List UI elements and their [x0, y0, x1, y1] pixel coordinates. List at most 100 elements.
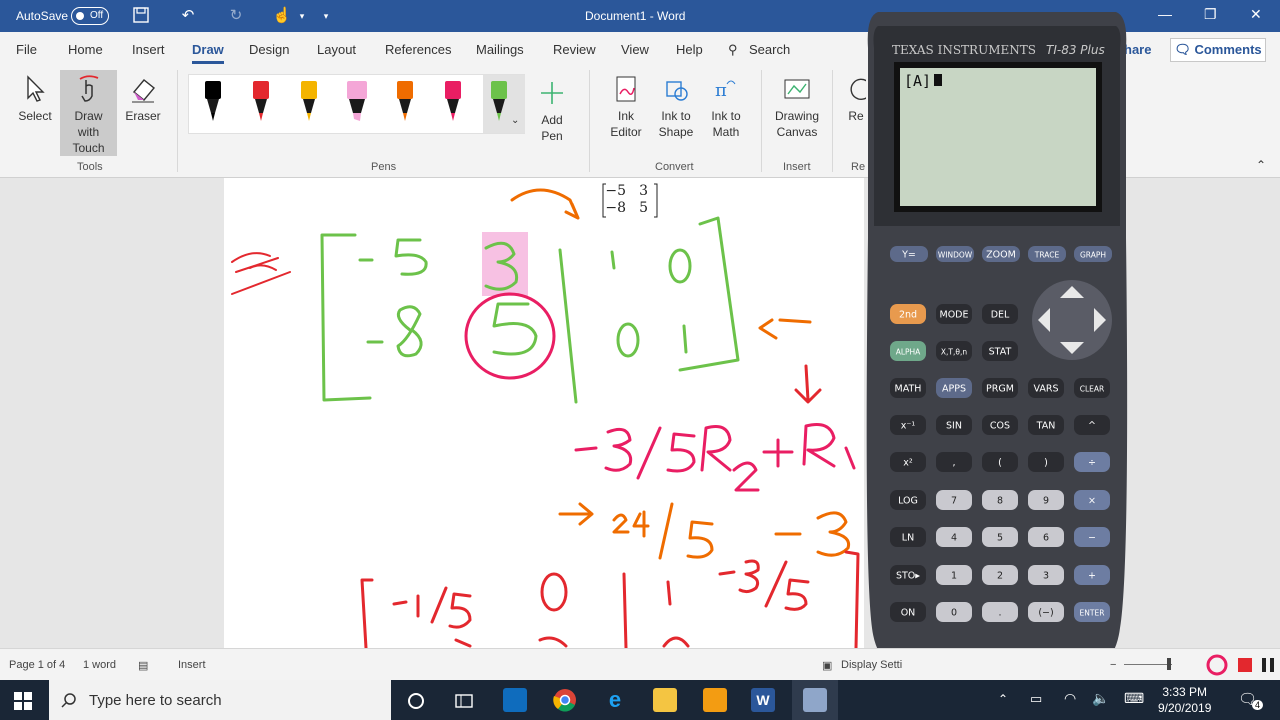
add-pen-button[interactable]: Add Pen: [530, 78, 574, 158]
ink-editor-button[interactable]: Ink Editor: [600, 74, 652, 158]
document-page[interactable]: −5 3 −8 5: [224, 178, 864, 648]
orange-pen-icon[interactable]: [393, 79, 417, 127]
calc-key-2nd[interactable]: 2nd: [890, 304, 926, 324]
search-label[interactable]: Search: [749, 42, 790, 57]
calc-key-5[interactable]: 5: [982, 527, 1018, 547]
calc-key-on[interactable]: ON: [890, 602, 926, 622]
outlook-icon[interactable]: [503, 688, 527, 712]
pause-icon[interactable]: [1262, 658, 1266, 672]
calc-key-graph[interactable]: GRAPH: [1074, 246, 1112, 262]
tab-review[interactable]: Review: [553, 42, 596, 57]
calc-key-zoom[interactable]: ZOOM: [982, 246, 1020, 262]
calc-key-6[interactable]: 6: [1028, 527, 1064, 547]
autosave-toggle[interactable]: Off: [71, 7, 109, 25]
calc-key-trace[interactable]: TRACE: [1028, 246, 1066, 262]
system-clock[interactable]: 3:33 PM 9/20/2019: [1158, 684, 1211, 716]
calc-key-xttheta[interactable]: X,T,θ,n: [936, 341, 972, 361]
comments-button[interactable]: 🗨 Comments: [1170, 38, 1266, 62]
calc-key-left-paren[interactable]: (: [982, 452, 1018, 472]
recorder-icon[interactable]: [1206, 654, 1228, 676]
calc-key-minus[interactable]: −: [1074, 527, 1110, 547]
tab-view[interactable]: View: [621, 42, 649, 57]
word-count[interactable]: 1 word: [83, 659, 116, 671]
tab-design[interactable]: Design: [249, 42, 289, 57]
tab-insert[interactable]: Insert: [132, 42, 165, 57]
page-count[interactable]: Page 1 of 4: [9, 659, 65, 671]
black-pen-icon[interactable]: [201, 79, 225, 127]
tab-home[interactable]: Home: [68, 42, 103, 57]
ink-to-shape-button[interactable]: Ink to Shape: [652, 74, 700, 158]
wifi-icon[interactable]: ◠: [1064, 690, 1076, 707]
calc-key-ln[interactable]: LN: [890, 527, 926, 547]
calc-key-comma[interactable]: ,: [936, 452, 972, 472]
calc-key-window[interactable]: WINDOW: [936, 246, 974, 262]
calc-key-stat[interactable]: STAT: [982, 341, 1018, 361]
calc-key-enter[interactable]: ENTER: [1074, 602, 1110, 622]
calc-key-power[interactable]: ^: [1074, 415, 1110, 435]
tab-draw[interactable]: Draw: [192, 42, 224, 64]
restore-icon[interactable]: ❐: [1204, 6, 1217, 23]
calc-key-clear[interactable]: CLEAR: [1074, 378, 1110, 398]
tab-mailings[interactable]: Mailings: [476, 42, 524, 57]
touch-mode-dropdown-icon[interactable]: ▾: [292, 6, 312, 26]
ink-replay-button[interactable]: Re: [846, 74, 866, 158]
calc-key-0[interactable]: 0: [936, 602, 972, 622]
zoom-slider-thumb[interactable]: [1167, 658, 1171, 670]
minimize-icon[interactable]: —: [1158, 6, 1172, 22]
calc-key-3[interactable]: 3: [1028, 565, 1064, 585]
pink-highlighter-icon[interactable]: [345, 79, 369, 127]
calc-key-apps[interactable]: APPS: [936, 378, 972, 398]
calc-key-vars[interactable]: VARS: [1028, 378, 1064, 398]
media-player-icon[interactable]: [703, 688, 727, 712]
drawing-canvas-button[interactable]: Drawing Canvas: [770, 74, 824, 158]
calc-key-multiply[interactable]: ×: [1074, 490, 1110, 510]
cortana-icon[interactable]: [406, 691, 426, 711]
calc-key-y[interactable]: Y=: [890, 246, 928, 262]
calc-key-divide[interactable]: ÷: [1074, 452, 1110, 472]
calc-key-right-paren[interactable]: ): [1028, 452, 1064, 472]
tab-help[interactable]: Help: [676, 42, 703, 57]
battery-icon[interactable]: ▭: [1030, 691, 1042, 707]
calc-key-plus[interactable]: +: [1074, 565, 1110, 585]
proofing-icon[interactable]: ▤: [138, 659, 148, 672]
calc-key-decimal[interactable]: .: [982, 602, 1018, 622]
eraser-button[interactable]: Eraser: [118, 74, 168, 154]
windows-start-icon[interactable]: [14, 692, 32, 710]
stop-icon[interactable]: [1238, 658, 1252, 672]
calc-key-7[interactable]: 7: [936, 490, 972, 510]
calc-key-math[interactable]: MATH: [890, 378, 926, 398]
task-view-icon[interactable]: [454, 691, 474, 711]
pause-icon[interactable]: [1270, 658, 1274, 672]
calc-key-9[interactable]: 9: [1028, 490, 1064, 510]
insert-mode[interactable]: Insert: [178, 659, 206, 671]
file-explorer-icon[interactable]: [653, 688, 677, 712]
taskbar-search[interactable]: Type here to search: [49, 680, 391, 720]
edge-icon[interactable]: e: [603, 688, 627, 712]
selected-green-pen[interactable]: ⌄: [483, 75, 525, 133]
tab-layout[interactable]: Layout: [317, 42, 356, 57]
calc-key-negative[interactable]: (−): [1028, 602, 1064, 622]
zoom-slider[interactable]: [1124, 664, 1172, 665]
display-settings-icon[interactable]: ▣: [822, 659, 832, 672]
pen-options-chevron-icon[interactable]: ⌄: [511, 115, 519, 126]
select-button[interactable]: Select: [10, 74, 60, 154]
calc-key-1[interactable]: 1: [936, 565, 972, 585]
calc-key-8[interactable]: 8: [982, 490, 1018, 510]
yellow-pen-icon[interactable]: [297, 79, 321, 127]
calc-key-mode[interactable]: MODE: [936, 304, 972, 324]
calc-key-tan[interactable]: TAN: [1028, 415, 1064, 435]
volume-icon[interactable]: 🔈: [1092, 690, 1109, 707]
redo-icon[interactable]: ↻: [226, 6, 246, 26]
display-settings[interactable]: Display Setti: [841, 659, 902, 671]
draw-with-touch-button[interactable]: Draw with Touch: [60, 70, 117, 156]
zoom-out-icon[interactable]: −: [1110, 659, 1116, 671]
calc-key-store[interactable]: STO▸: [890, 565, 926, 585]
collapse-ribbon-icon[interactable]: ⌃: [1256, 158, 1266, 172]
calc-key-4[interactable]: 4: [936, 527, 972, 547]
close-icon[interactable]: ✕: [1250, 6, 1262, 23]
red-pen-icon[interactable]: [249, 79, 273, 127]
calc-key-2[interactable]: 2: [982, 565, 1018, 585]
calc-key-alpha[interactable]: ALPHA: [890, 341, 926, 361]
word-taskbar-icon[interactable]: W: [751, 688, 775, 712]
ink-to-math-button[interactable]: π Ink to Math: [702, 74, 750, 158]
